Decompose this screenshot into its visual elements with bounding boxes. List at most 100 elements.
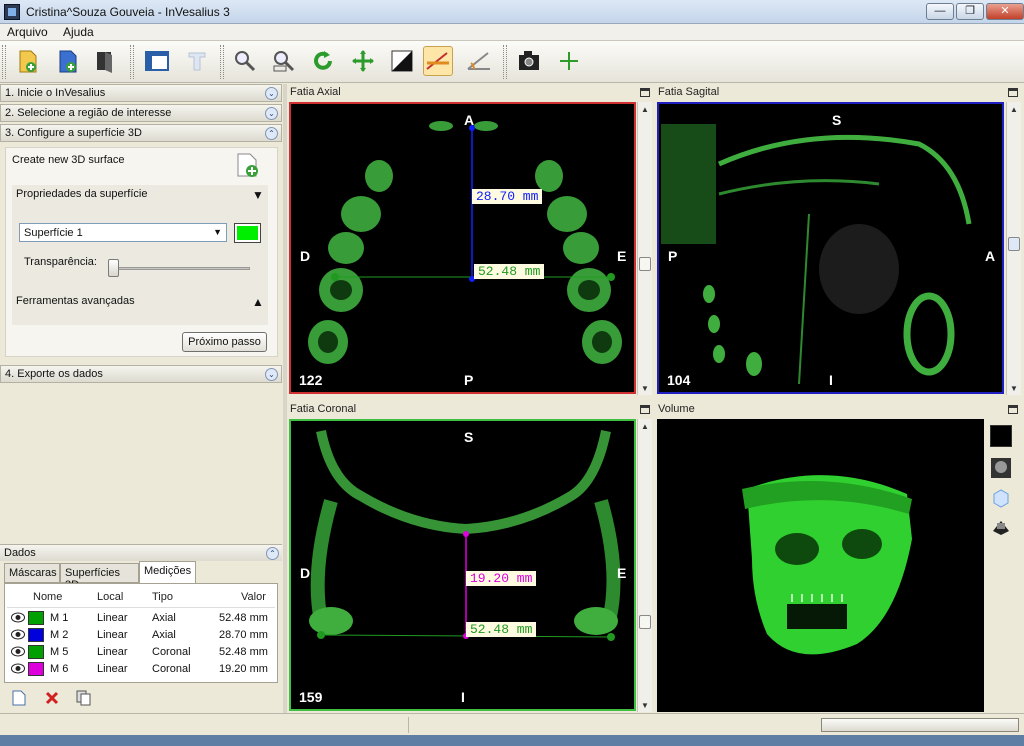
advanced-tools-label[interactable]: Ferramentas avançadas — [16, 295, 135, 307]
view-cube-icon[interactable] — [990, 487, 1012, 509]
measure-color[interactable] — [28, 662, 44, 676]
section-3-header[interactable]: 3. Configure a superfície 3D ⌃ — [0, 124, 282, 142]
column-local[interactable]: Local — [97, 591, 123, 603]
axial-slice-image — [308, 121, 622, 364]
eye-icon[interactable] — [11, 663, 25, 674]
background-color-icon[interactable] — [990, 425, 1012, 447]
close-button[interactable]: ✕ — [986, 3, 1024, 20]
splitter[interactable] — [283, 84, 287, 713]
section-4-header[interactable]: 4. Exporte os dados ⌄ — [0, 365, 282, 383]
table-row[interactable]: M 1 Linear Axial 52.48 mm — [8, 610, 276, 627]
add-icon[interactable] — [554, 46, 584, 76]
duplicate-icon[interactable] — [73, 688, 95, 708]
new-measure-icon[interactable] — [8, 688, 30, 708]
volume-header: Volume — [655, 401, 1023, 418]
chevron-up-icon[interactable]: ⌃ — [266, 547, 279, 560]
pan-icon[interactable] — [348, 46, 378, 76]
tab-medicoes[interactable]: Medições — [139, 561, 196, 583]
measure-color[interactable] — [28, 645, 44, 659]
tab-mascaras[interactable]: Máscaras — [4, 563, 60, 583]
table-row[interactable]: M 2 Linear Axial 28.70 mm — [8, 627, 276, 644]
sagittal-header: Fatia Sagital — [655, 84, 1023, 101]
axial-orient-left: D — [300, 248, 311, 264]
axial-viewport[interactable]: A P D E 122 28.70 mm 52.48 mm — [289, 102, 636, 394]
measure-name: M 5 — [50, 646, 69, 658]
axial-slice-number: 122 — [299, 372, 323, 388]
table-row[interactable]: M 5 Linear Coronal 52.48 mm — [8, 644, 276, 661]
slice-plane-icon[interactable] — [990, 516, 1012, 538]
data-panel-header[interactable]: Dados ⌃ — [0, 544, 282, 561]
sagittal-orient-right: A — [985, 248, 996, 264]
eye-icon[interactable] — [11, 629, 25, 640]
toolbar-separator — [220, 45, 224, 79]
tab-superficies[interactable]: Superfícies 3D — [60, 563, 139, 591]
section-3-label: 3. Configure a superfície 3D — [5, 127, 142, 139]
sagittal-slice-image — [661, 124, 972, 385]
surface-select-value: Superfície 1 — [24, 227, 83, 239]
chevron-up-icon[interactable]: ⌃ — [265, 127, 278, 140]
sagittal-scrollbar[interactable]: ▲ ▼ — [1006, 102, 1021, 395]
layout-icon[interactable] — [142, 46, 172, 76]
import-icon[interactable] — [13, 46, 43, 76]
axial-header: Fatia Axial — [287, 84, 655, 101]
open-icon[interactable] — [53, 46, 83, 76]
minimize-button[interactable]: — — [926, 3, 954, 20]
maximize-icon[interactable] — [640, 405, 650, 414]
measure-color[interactable] — [28, 628, 44, 642]
maximize-icon[interactable] — [1008, 88, 1018, 97]
dropdown-arrow-icon[interactable]: ▼ — [213, 227, 222, 237]
next-step-button[interactable]: Próximo passo — [182, 332, 267, 352]
window-title: Cristina^Souza Gouveia - InVesalius 3 — [26, 5, 230, 19]
axial-measure-label: 52.48 mm — [474, 264, 545, 279]
coronal-measure-label: 52.48 mm — [466, 622, 537, 637]
volume-viewport[interactable] — [657, 419, 984, 712]
maximize-icon[interactable] — [640, 88, 650, 97]
contrast-icon[interactable] — [387, 46, 417, 76]
menu-ajuda[interactable]: Ajuda — [59, 25, 98, 39]
text-icon[interactable] — [182, 46, 212, 76]
axial-scrollbar[interactable]: ▲ ▼ — [637, 102, 652, 395]
rotate-icon[interactable] — [308, 46, 338, 76]
eye-icon[interactable] — [11, 612, 25, 623]
coronal-scrollbar[interactable]: ▲ ▼ — [637, 419, 652, 712]
maximize-icon[interactable] — [1008, 405, 1018, 414]
angular-measure-icon[interactable] — [464, 46, 494, 76]
column-tipo[interactable]: Tipo — [152, 591, 173, 603]
transparency-slider-thumb[interactable] — [108, 259, 119, 277]
close-project-icon[interactable] — [90, 46, 120, 76]
measure-valor: 52.48 mm — [219, 646, 268, 658]
create-surface-label: Create new 3D surface — [12, 154, 125, 166]
expand-triangle-icon[interactable]: ▲ — [252, 295, 264, 309]
delete-icon[interactable] — [41, 688, 63, 708]
measure-local: Linear — [97, 663, 128, 675]
sagittal-slice-number: 104 — [667, 372, 691, 388]
section-1-header[interactable]: 1. Inicie o InVesalius ⌄ — [0, 84, 282, 102]
column-nome[interactable]: Nome — [33, 591, 62, 603]
surface-color-button[interactable] — [234, 223, 261, 243]
column-valor[interactable]: Valor — [241, 591, 266, 603]
maximize-button[interactable]: ❐ — [956, 3, 984, 20]
raycasting-icon[interactable] — [990, 457, 1012, 479]
screenshot-icon[interactable] — [515, 46, 545, 76]
toolbar-separator — [130, 45, 134, 79]
zoom-select-icon[interactable] — [269, 46, 299, 76]
collapse-triangle-icon[interactable]: ▼ — [252, 188, 264, 202]
new-surface-icon[interactable] — [236, 152, 260, 181]
surface-select[interactable]: Superfície 1 ▼ — [19, 223, 227, 242]
section-2-header[interactable]: 2. Selecione a região de interesse ⌄ — [0, 104, 282, 122]
zoom-icon[interactable] — [230, 46, 260, 76]
chevron-down-icon[interactable]: ⌄ — [265, 87, 278, 100]
section-1-label: 1. Inicie o InVesalius — [5, 87, 106, 99]
sagittal-viewport[interactable]: S I P A 104 — [657, 102, 1004, 394]
coronal-viewport[interactable]: S I D E 159 19.20 mm 52.48 mm — [289, 419, 636, 711]
eye-icon[interactable] — [11, 646, 25, 657]
table-row[interactable]: M 6 Linear Coronal 19.20 mm — [8, 661, 276, 678]
chevron-down-icon[interactable]: ⌄ — [265, 368, 278, 381]
chevron-down-icon[interactable]: ⌄ — [265, 107, 278, 120]
menu-arquivo[interactable]: Arquivo — [3, 25, 52, 39]
measure-color[interactable] — [28, 611, 44, 625]
transparency-slider-track[interactable] — [117, 267, 250, 270]
linear-measure-icon[interactable] — [423, 46, 453, 76]
menu-bar: Arquivo Ajuda — [0, 24, 1024, 41]
axial-title: Fatia Axial — [290, 86, 341, 98]
